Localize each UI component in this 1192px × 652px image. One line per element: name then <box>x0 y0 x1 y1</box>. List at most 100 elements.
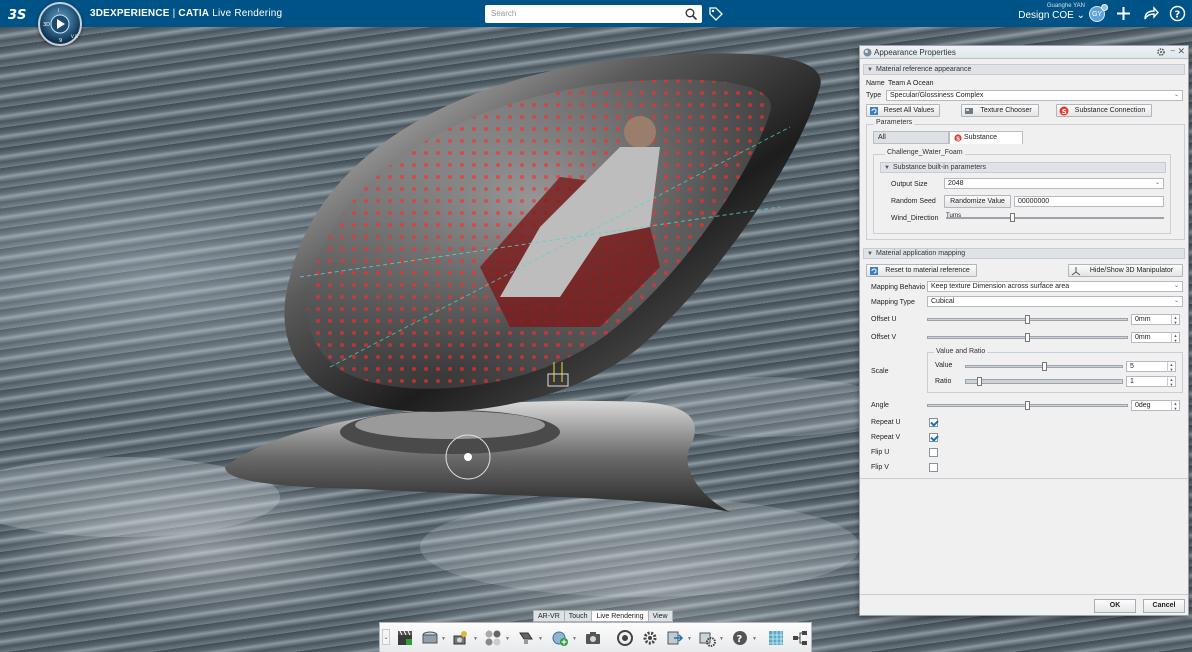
camera-scene-icon[interactable] <box>452 629 470 647</box>
slider-track <box>946 217 1164 219</box>
angle-slider[interactable] <box>927 401 1128 410</box>
flip-u-checkbox[interactable] <box>929 448 938 457</box>
user-info[interactable]: Guanghe YAN Design COE ⌄ <box>1015 3 1085 21</box>
random-seed-input[interactable]: 00000000 <box>1014 196 1164 207</box>
hide-show-manipulator-button[interactable]: Hide/Show 3D Manipulator <box>1068 264 1183 277</box>
scale-value-slider[interactable] <box>965 362 1123 371</box>
render-icon[interactable] <box>616 629 634 647</box>
slider-thumb[interactable] <box>1042 362 1047 371</box>
scale-ratio-input[interactable]: 1 ▲ ▼ <box>1126 376 1176 387</box>
scale-value-value: 5 <box>1130 363 1134 370</box>
offset-v-slider[interactable] <box>927 333 1128 342</box>
dropdown-arrow-icon[interactable]: ▼ <box>572 636 577 642</box>
texture-icon[interactable] <box>767 629 785 647</box>
slider-thumb[interactable] <box>1025 401 1030 410</box>
reset-to-material-reference-button[interactable]: Reset to material reference <box>866 264 977 277</box>
spin-down-icon[interactable]: ▼ <box>1171 338 1179 343</box>
search-placeholder[interactable]: Search <box>491 9 516 18</box>
search-icon[interactable] <box>685 8 697 20</box>
ok-button[interactable]: OK <box>1094 599 1136 613</box>
scale-value-input[interactable]: 5 ▲ ▼ <box>1126 361 1176 372</box>
slider-thumb[interactable] <box>1025 315 1030 324</box>
import-icon[interactable] <box>666 629 684 647</box>
mapping-behavior-label: Mapping Behavio <box>871 284 926 291</box>
builtin-params-header[interactable]: ▼ Substance built-in parameters <box>880 162 1166 173</box>
share-icon[interactable] <box>1142 5 1159 22</box>
angle-input[interactable]: 0deg ▲ ▼ <box>1131 400 1180 411</box>
capture-icon[interactable] <box>584 629 602 647</box>
output-size-combo[interactable]: 2048 ⌄ <box>944 178 1164 189</box>
collapse-triangle-icon[interactable]: ▼ <box>867 249 873 259</box>
search-box[interactable]: Search <box>485 5 702 23</box>
dropdown-arrow-icon[interactable]: ▼ <box>719 636 724 642</box>
tab-substance-label: Substance <box>964 134 998 141</box>
help-icon[interactable]: ? <box>731 629 749 647</box>
spin-down-icon[interactable]: ▼ <box>1167 367 1175 372</box>
svg-text:S: S <box>1062 108 1067 116</box>
material-section-header[interactable]: ▼ Material reference appearance <box>863 64 1185 75</box>
tools-icon[interactable] <box>698 629 716 647</box>
substance-connection-button[interactable]: S Substance Connection <box>1056 104 1152 117</box>
repeat-v-checkbox[interactable] <box>929 433 938 442</box>
environment-icon[interactable] <box>421 629 439 647</box>
network-icon[interactable] <box>791 629 809 647</box>
add-icon[interactable] <box>1115 5 1132 22</box>
type-combo[interactable]: Specular/Glossiness Complex ⌄ <box>886 90 1183 101</box>
tag-icon[interactable] <box>708 6 723 21</box>
mapping-type-combo[interactable]: Cubical ⌄ <box>927 296 1183 307</box>
offset-v-label: Offset V <box>871 334 897 341</box>
materials-icon[interactable] <box>484 629 502 647</box>
close-icon[interactable]: ✕ <box>1177 46 1185 57</box>
settings-icon[interactable] <box>641 629 659 647</box>
spin-down-icon[interactable]: ▼ <box>1171 320 1179 325</box>
repeat-u-checkbox[interactable] <box>929 418 938 427</box>
tab-view[interactable]: View <box>647 610 673 622</box>
offset-u-slider[interactable] <box>927 315 1128 324</box>
scale-ratio-slider[interactable] <box>965 377 1123 386</box>
gear-icon[interactable] <box>1156 47 1166 57</box>
help-icon[interactable]: ? <box>1169 5 1186 22</box>
offset-v-input[interactable]: 0mm ▲ ▼ <box>1131 332 1180 343</box>
mapping-behavior-combo[interactable]: Keep texture Dimension across surface ar… <box>927 281 1183 292</box>
app-title: 3DEXPERIENCE | CATIA Live Rendering <box>90 8 282 19</box>
value-ratio-label: Value and Ratio <box>934 348 988 355</box>
dropdown-arrow-icon[interactable]: ▼ <box>441 636 446 642</box>
slider-thumb[interactable] <box>1025 333 1030 342</box>
randomize-value-button[interactable]: Randomize Value <box>944 195 1011 208</box>
mapping-section-header[interactable]: ▼ Material application mapping <box>863 248 1185 259</box>
collapse-icon[interactable]: ⌄ <box>382 629 390 645</box>
dropdown-arrow-icon[interactable]: ▼ <box>752 636 757 642</box>
cancel-button[interactable]: Cancel <box>1143 599 1185 613</box>
tab-live-rendering[interactable]: Live Rendering <box>591 610 649 622</box>
light-icon[interactable] <box>517 629 535 647</box>
tab-substance[interactable]: S Substance <box>949 131 1023 144</box>
clapboard-icon[interactable] <box>396 629 414 647</box>
tab-all[interactable]: All <box>873 131 949 144</box>
dropdown-arrow-icon[interactable]: ▼ <box>505 636 510 642</box>
add-stage-icon[interactable] <box>551 629 569 647</box>
flip-v-checkbox[interactable] <box>929 463 938 472</box>
tab-touch[interactable]: Touch <box>563 610 593 622</box>
reset-all-values-button[interactable]: Reset All Values <box>866 104 940 117</box>
minimize-icon[interactable]: – <box>1171 46 1175 55</box>
tab-ar-vr[interactable]: AR-VR <box>533 610 565 622</box>
slider-thumb[interactable] <box>977 377 982 386</box>
spin-down-icon[interactable]: ▼ <box>1167 382 1175 387</box>
collapse-triangle-icon[interactable]: ▼ <box>884 163 890 173</box>
collapse-triangle-icon[interactable]: ▼ <box>867 65 873 75</box>
divider <box>860 594 1188 595</box>
offset-u-input[interactable]: 0mm ▲ ▼ <box>1131 314 1180 325</box>
dropdown-arrow-icon[interactable]: ▼ <box>687 636 692 642</box>
substance-group-label: Challenge_Water_Foam <box>885 149 965 156</box>
texture-chooser-button[interactable]: Texture Chooser <box>961 104 1039 117</box>
wind-direction-slider[interactable] <box>946 213 1164 222</box>
compass-widget[interactable]: i 3D 9 V,R <box>38 2 82 46</box>
dropdown-arrow-icon[interactable]: ▼ <box>538 636 543 642</box>
substance-icon: S <box>954 134 962 142</box>
dropdown-arrow-icon[interactable]: ▼ <box>473 636 478 642</box>
panel-title-bar[interactable]: Appearance Properties – ✕ <box>860 46 1188 59</box>
workspace-selector[interactable]: Design COE ⌄ <box>1015 10 1085 21</box>
repeat-u-label: Repeat U <box>871 419 901 426</box>
slider-thumb[interactable] <box>1010 213 1015 222</box>
spin-down-icon[interactable]: ▼ <box>1171 406 1179 411</box>
